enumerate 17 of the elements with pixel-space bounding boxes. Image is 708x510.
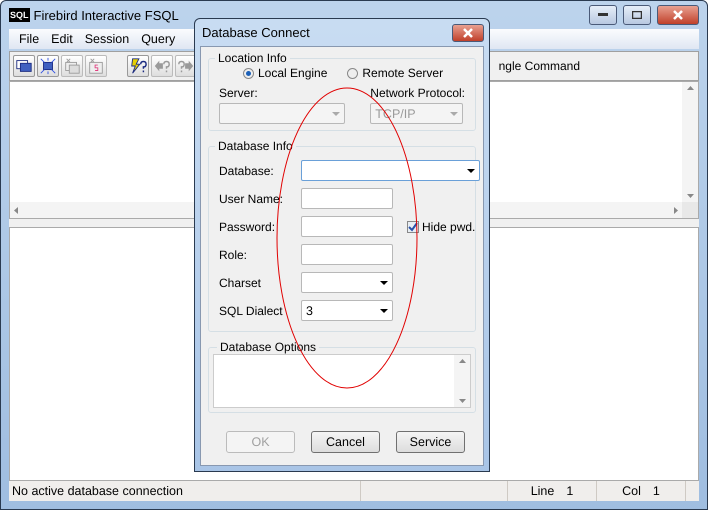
field-label: SQL Dialect: [219, 304, 284, 318]
line-label: Line: [530, 484, 554, 498]
toolbar-label: ngle Command: [498, 59, 580, 73]
window-title: Firebird Interactive FSQL: [34, 8, 180, 22]
group-title: Location Info: [217, 51, 288, 65]
app-icon: SQL: [9, 8, 30, 22]
field-label: Network Protocol:: [370, 86, 465, 100]
field-label: Charset: [219, 276, 262, 290]
field-label: Server:: [219, 86, 259, 100]
column-label: Col: [622, 484, 641, 498]
status-message: No active database connection: [9, 481, 361, 501]
field-label: Role:: [219, 248, 248, 262]
column-number: 1: [652, 484, 660, 498]
line-number: 1: [566, 484, 574, 498]
field-label: Password:: [219, 220, 276, 234]
field-label: Database:: [219, 164, 275, 178]
dialog-title: Database Connect: [202, 25, 310, 40]
